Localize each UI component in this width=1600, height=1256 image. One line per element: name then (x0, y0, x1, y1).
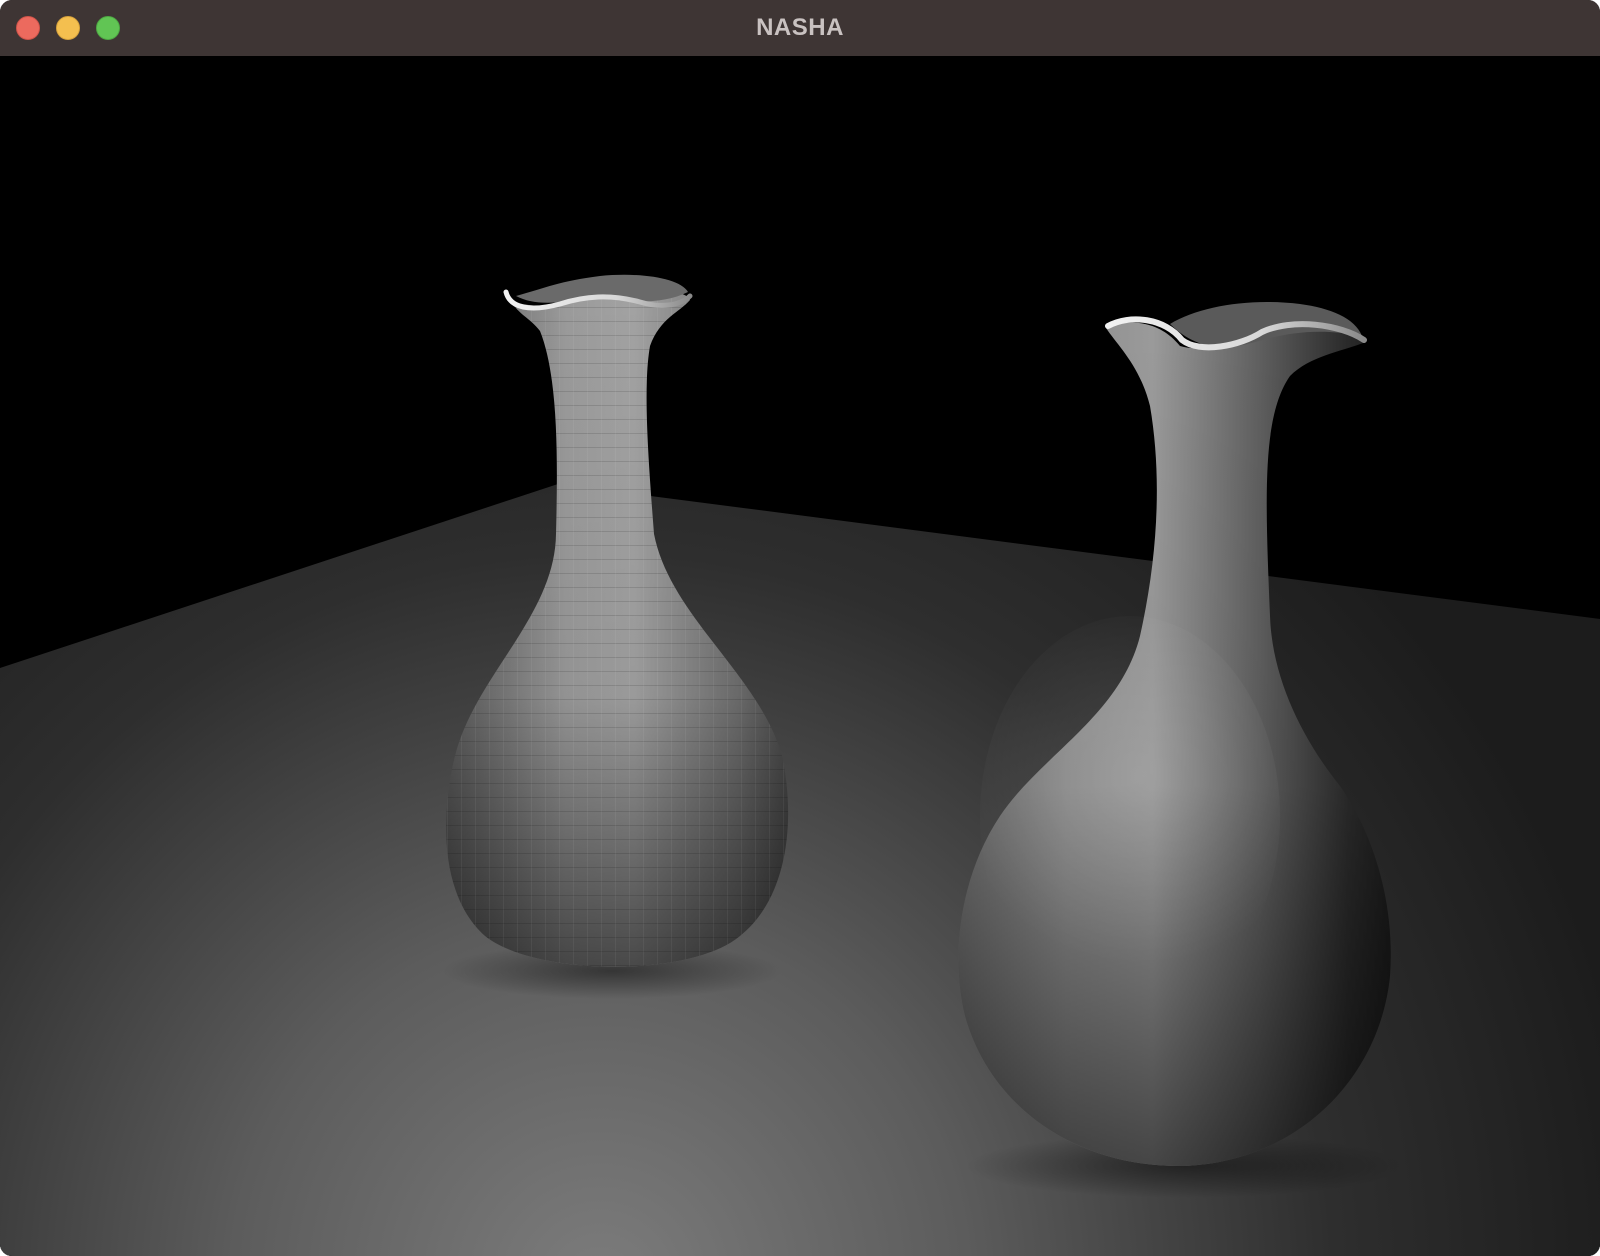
render-viewport[interactable] (0, 56, 1600, 1256)
title-bar[interactable]: NASHA (0, 0, 1600, 57)
app-window: NASHA (0, 0, 1600, 1256)
window-title: NASHA (756, 14, 844, 41)
scene-canvas (0, 56, 1600, 1256)
